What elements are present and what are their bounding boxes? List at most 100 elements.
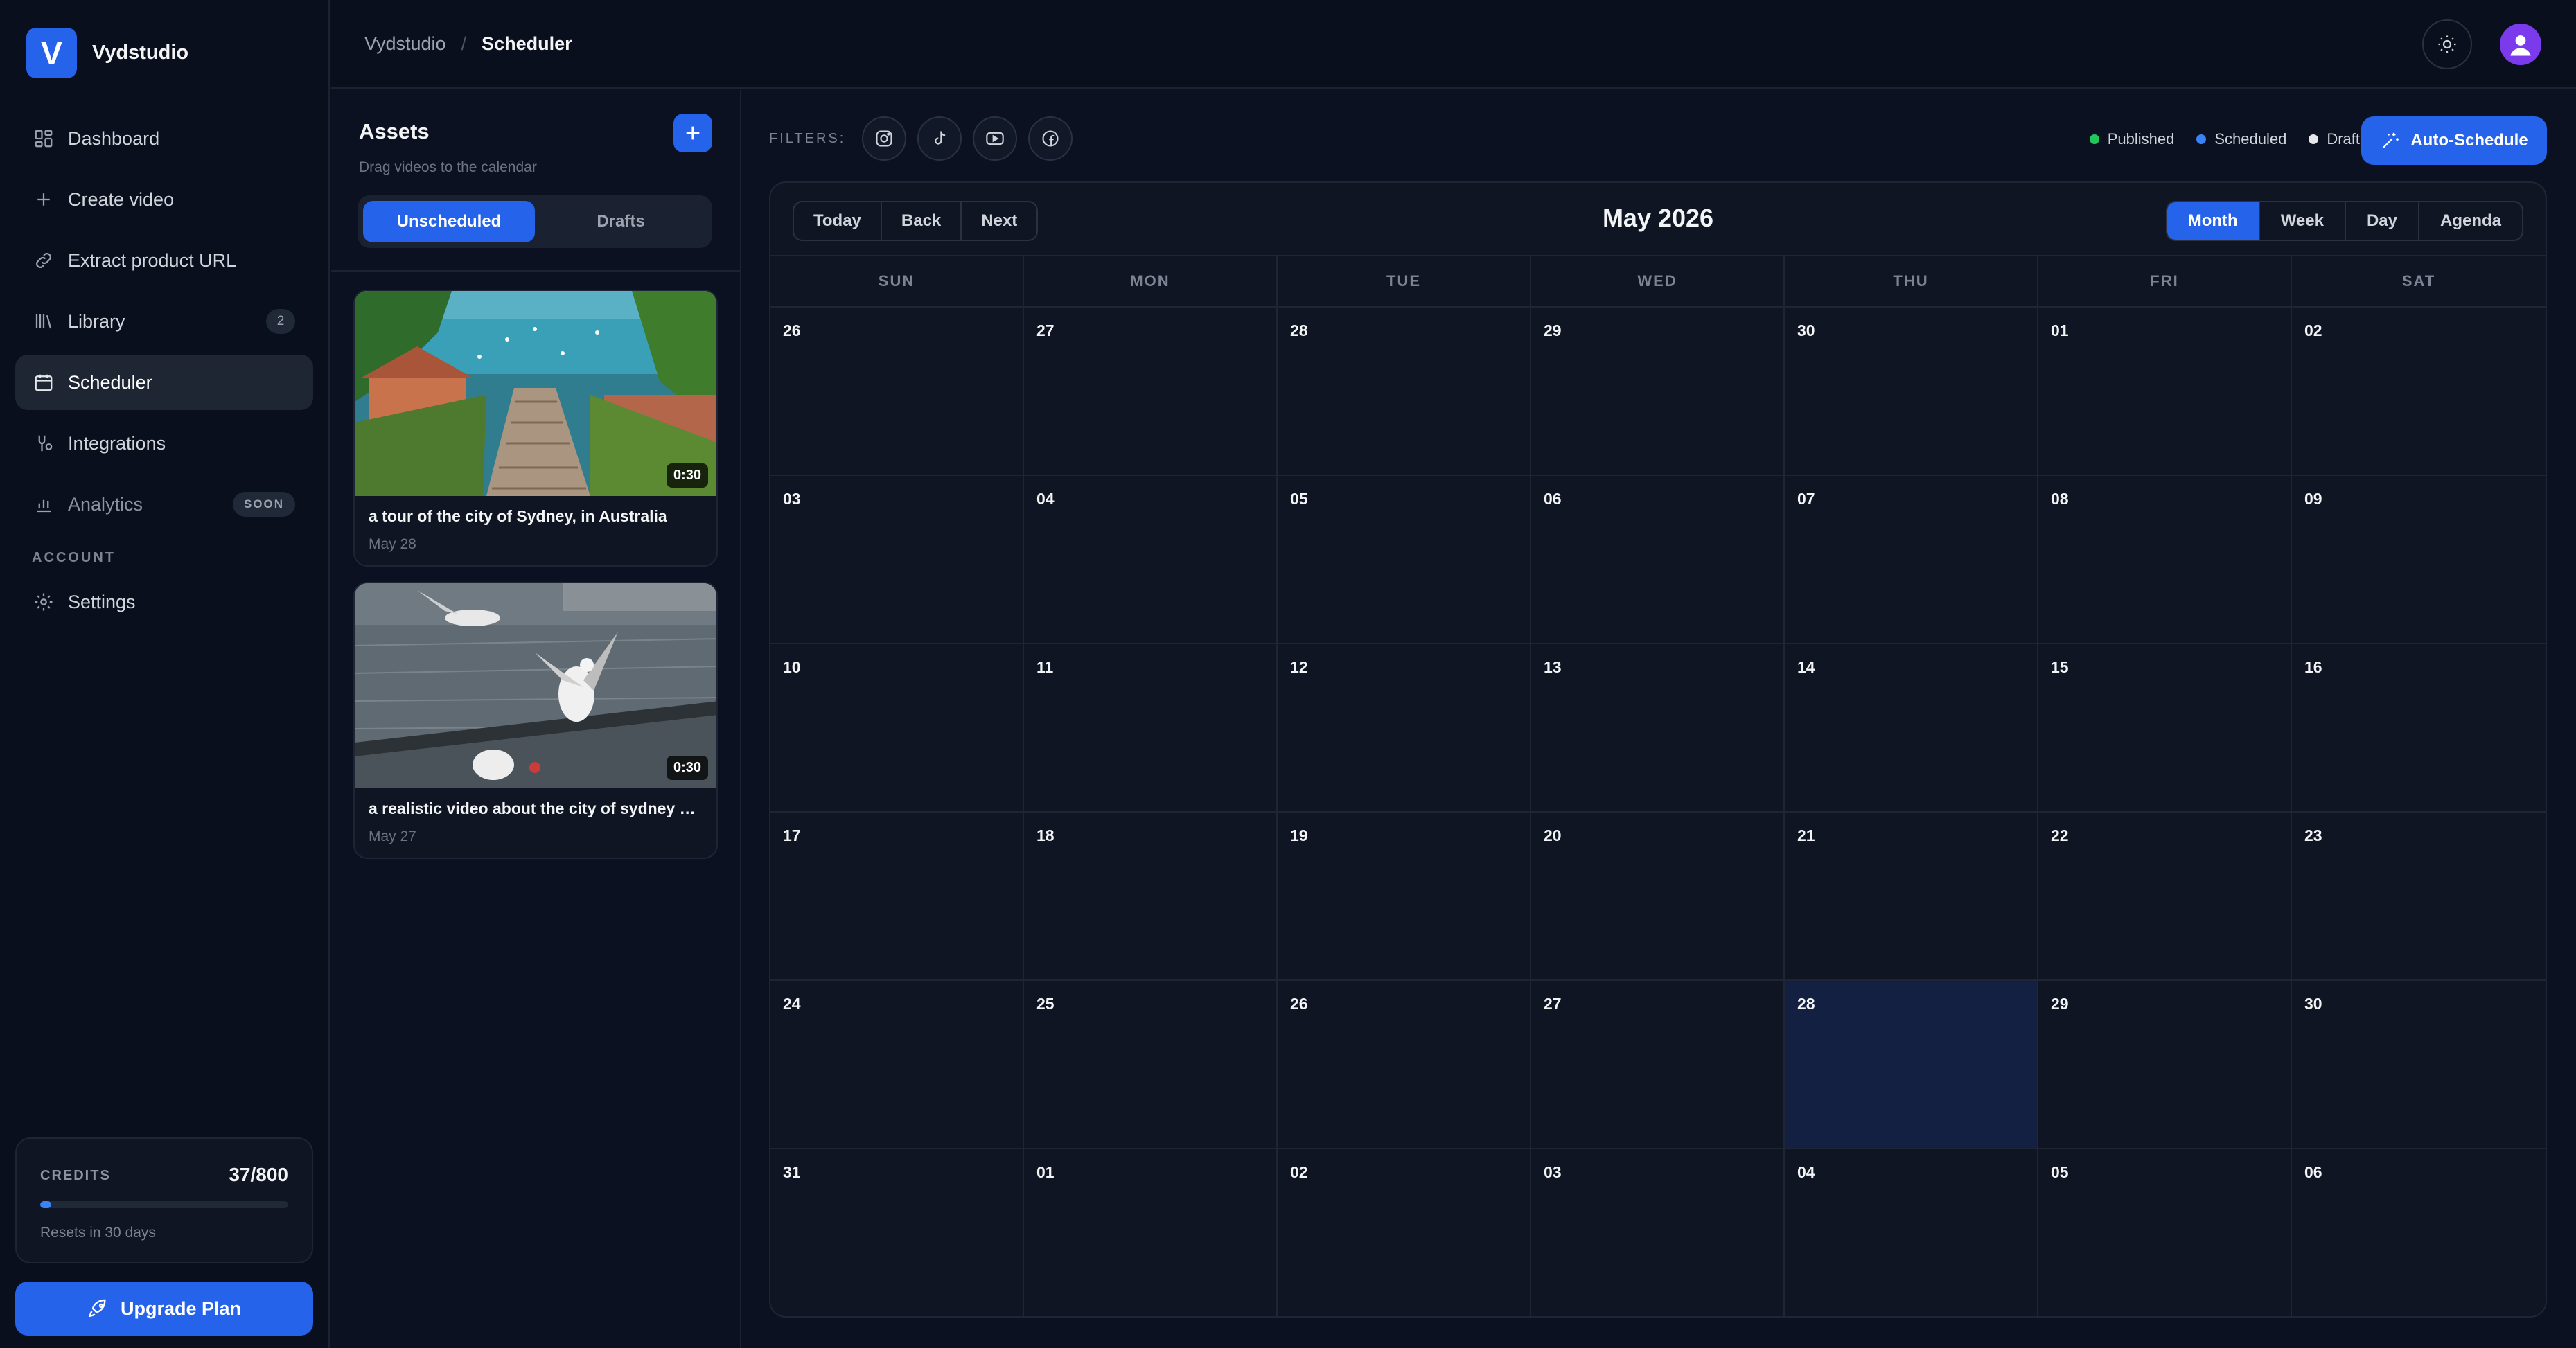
calendar-day-cell[interactable]: 25 bbox=[1024, 981, 1278, 1149]
calendar-day-cell[interactable]: 04 bbox=[1785, 1149, 2038, 1316]
day-number: 04 bbox=[1797, 1163, 1815, 1181]
calendar-day-cell[interactable]: 26 bbox=[1278, 981, 1531, 1149]
calendar-day-cell[interactable]: 05 bbox=[2038, 1149, 2292, 1316]
sidebar-item-extract-product-url[interactable]: Extract product URL bbox=[15, 233, 313, 288]
calendar-day-cell[interactable]: 27 bbox=[1024, 308, 1278, 476]
weekday-label: FRI bbox=[2038, 256, 2292, 306]
sun-icon bbox=[2437, 34, 2458, 55]
filter-facebook-button[interactable] bbox=[1028, 116, 1073, 161]
calendar-day-cell[interactable]: 22 bbox=[2038, 813, 2292, 981]
library-icon bbox=[33, 311, 54, 332]
calendar-day-cell[interactable]: 26 bbox=[770, 308, 1024, 476]
day-number: 06 bbox=[2304, 1163, 2322, 1181]
tab-unscheduled[interactable]: Unscheduled bbox=[363, 201, 535, 242]
upgrade-plan-button[interactable]: Upgrade Plan bbox=[15, 1282, 313, 1336]
calendar-day-cell[interactable]: 15 bbox=[2038, 644, 2292, 813]
user-avatar[interactable] bbox=[2500, 24, 2541, 65]
calendar-day-cell[interactable]: 18 bbox=[1024, 813, 1278, 981]
calendar-day-cell[interactable]: 19 bbox=[1278, 813, 1531, 981]
calendar-day-cell[interactable]: 10 bbox=[770, 644, 1024, 813]
calendar-grid: SUN MON TUE WED THU FRI SAT 26 27 28 29 30 01 02 03 04… bbox=[770, 255, 2546, 1316]
calendar-day-cell[interactable]: 01 bbox=[2038, 308, 2292, 476]
calendar-day-cell[interactable]: 16 bbox=[2292, 644, 2546, 813]
bar-chart-icon bbox=[33, 494, 54, 515]
sidebar-nav: Dashboard Create video Extract product U… bbox=[15, 111, 313, 635]
video-card[interactable]: 0:30 a realistic video about the city of… bbox=[353, 582, 718, 859]
sparkle-icon bbox=[2380, 130, 2410, 151]
calendar-day-cell[interactable]: 11 bbox=[1024, 644, 1278, 813]
calendar-day-cell[interactable]: 14 bbox=[1785, 644, 2038, 813]
day-number: 26 bbox=[783, 321, 801, 339]
sidebar-item-scheduler[interactable]: Scheduler bbox=[15, 355, 313, 410]
calendar-day-cell[interactable]: 13 bbox=[1531, 644, 1785, 813]
view-day-button[interactable]: Day bbox=[2346, 202, 2419, 240]
calendar-day-cell[interactable]: 02 bbox=[1278, 1149, 1531, 1316]
filter-tiktok-button[interactable] bbox=[917, 116, 962, 161]
sidebar-item-settings[interactable]: Settings bbox=[15, 574, 313, 630]
day-number: 01 bbox=[1036, 1163, 1055, 1181]
calendar-day-cell[interactable]: 21 bbox=[1785, 813, 2038, 981]
calendar-day-cell[interactable]: 04 bbox=[1024, 476, 1278, 644]
sidebar-item-label: Dashboard bbox=[68, 127, 160, 149]
add-asset-button[interactable] bbox=[673, 114, 712, 152]
view-agenda-button[interactable]: Agenda bbox=[2419, 202, 2522, 240]
view-week-button[interactable]: Week bbox=[2260, 202, 2346, 240]
user-icon bbox=[2505, 29, 2536, 60]
calendar-day-cell[interactable]: 27 bbox=[1531, 981, 1785, 1149]
filter-instagram-button[interactable] bbox=[862, 116, 907, 161]
calendar-day-cell[interactable]: 05 bbox=[1278, 476, 1531, 644]
sidebar-item-analytics[interactable]: Analytics SOON bbox=[15, 477, 313, 532]
view-month-button[interactable]: Month bbox=[2167, 202, 2260, 240]
auto-schedule-button[interactable]: Auto-Schedule bbox=[2361, 116, 2547, 165]
calendar-day-cell[interactable]: 07 bbox=[1785, 476, 2038, 644]
calendar-day-cell[interactable]: 06 bbox=[1531, 476, 1785, 644]
calendar-day-cell[interactable]: 12 bbox=[1278, 644, 1531, 813]
calendar-view-group: Month Week Day Agenda bbox=[2165, 201, 2523, 241]
day-number: 21 bbox=[1797, 826, 1815, 844]
calendar-day-cell[interactable]: 29 bbox=[2038, 981, 2292, 1149]
calendar-day-cell[interactable]: 20 bbox=[1531, 813, 1785, 981]
video-card[interactable]: 0:30 a tour of the city of Sydney, in Au… bbox=[353, 290, 718, 567]
day-number: 19 bbox=[1290, 826, 1308, 844]
tab-drafts[interactable]: Drafts bbox=[535, 201, 707, 242]
calendar-day-cell[interactable]: 01 bbox=[1024, 1149, 1278, 1316]
sidebar-item-dashboard[interactable]: Dashboard bbox=[15, 111, 313, 166]
calendar-day-cell[interactable]: 03 bbox=[1531, 1149, 1785, 1316]
breadcrumb-root[interactable]: Vydstudio bbox=[364, 33, 446, 55]
theme-toggle-button[interactable] bbox=[2422, 19, 2472, 69]
instagram-icon bbox=[874, 129, 894, 148]
sidebar-item-create-video[interactable]: Create video bbox=[15, 172, 313, 227]
calendar-day-cell[interactable]: 09 bbox=[2292, 476, 2546, 644]
assets-title: Assets bbox=[359, 119, 430, 143]
calendar: Today Back Next May 2026 Month Week Day … bbox=[769, 181, 2547, 1318]
sidebar-item-label: Extract product URL bbox=[68, 249, 237, 271]
status-legend: Published Scheduled Draft bbox=[2067, 130, 2360, 148]
calendar-day-cell[interactable]: 17 bbox=[770, 813, 1024, 981]
day-number: 31 bbox=[783, 1163, 801, 1181]
weekday-label: SAT bbox=[2401, 272, 2436, 290]
topbar: Vydstudio / Scheduler bbox=[331, 0, 2576, 89]
calendar-day-cell[interactable]: 31 bbox=[770, 1149, 1024, 1316]
calendar-day-cell[interactable]: 30 bbox=[1785, 308, 2038, 476]
credits-label: CREDITS bbox=[40, 1168, 111, 1183]
calendar-day-cell[interactable]: 08 bbox=[2038, 476, 2292, 644]
filter-youtube-button[interactable] bbox=[973, 116, 1018, 161]
calendar-day-cell[interactable]: 23 bbox=[2292, 813, 2546, 981]
day-number: 02 bbox=[1290, 1163, 1308, 1181]
brand[interactable]: V Vydstudio bbox=[26, 28, 188, 78]
calendar-day-cell[interactable]: 06 bbox=[2292, 1149, 2546, 1316]
sidebar-item-integrations[interactable]: Integrations bbox=[15, 416, 313, 471]
weekday-header: SUN MON TUE WED THU FRI SAT bbox=[770, 255, 2546, 308]
calendar-day-cell[interactable]: 30 bbox=[2292, 981, 2546, 1149]
calendar-day-cell[interactable]: 02 bbox=[2292, 308, 2546, 476]
calendar-day-cell-today[interactable]: 28 bbox=[1785, 981, 2038, 1149]
legend-scheduled: Scheduled bbox=[2196, 130, 2286, 148]
plus-icon bbox=[682, 122, 704, 144]
day-number: 29 bbox=[1544, 321, 1562, 339]
calendar-day-cell[interactable]: 03 bbox=[770, 476, 1024, 644]
calendar-day-cell[interactable]: 28 bbox=[1278, 308, 1531, 476]
calendar-day-cell[interactable]: 24 bbox=[770, 981, 1024, 1149]
calendar-day-cell[interactable]: 29 bbox=[1531, 308, 1785, 476]
breadcrumb-current: Scheduler bbox=[482, 33, 572, 54]
sidebar-item-library[interactable]: Library 2 bbox=[15, 294, 313, 349]
